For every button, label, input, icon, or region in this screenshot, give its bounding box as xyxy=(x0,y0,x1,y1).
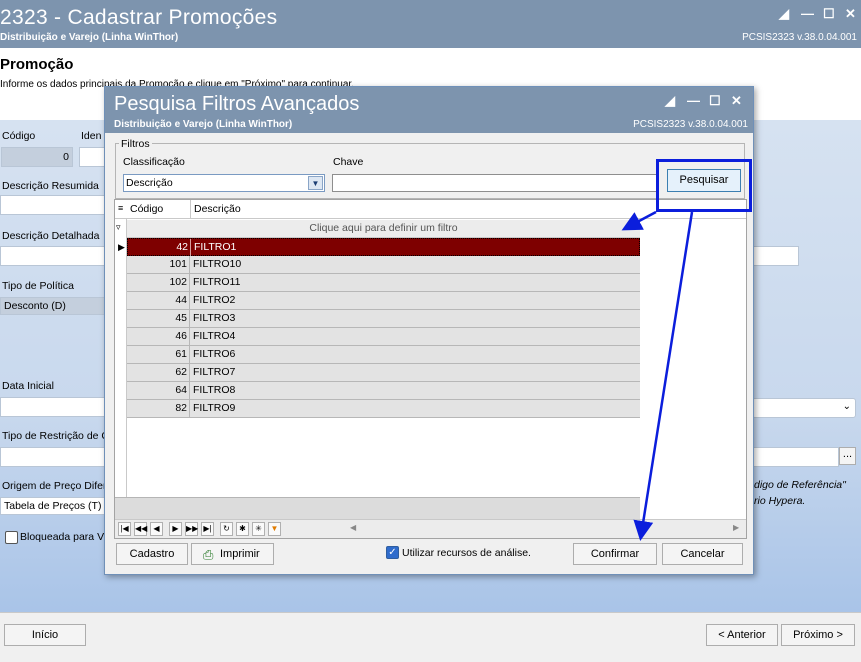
annotation-arrows xyxy=(621,210,694,541)
annotation-arrow-confirmar xyxy=(633,211,694,541)
annotation-arrow-filter xyxy=(621,210,657,231)
